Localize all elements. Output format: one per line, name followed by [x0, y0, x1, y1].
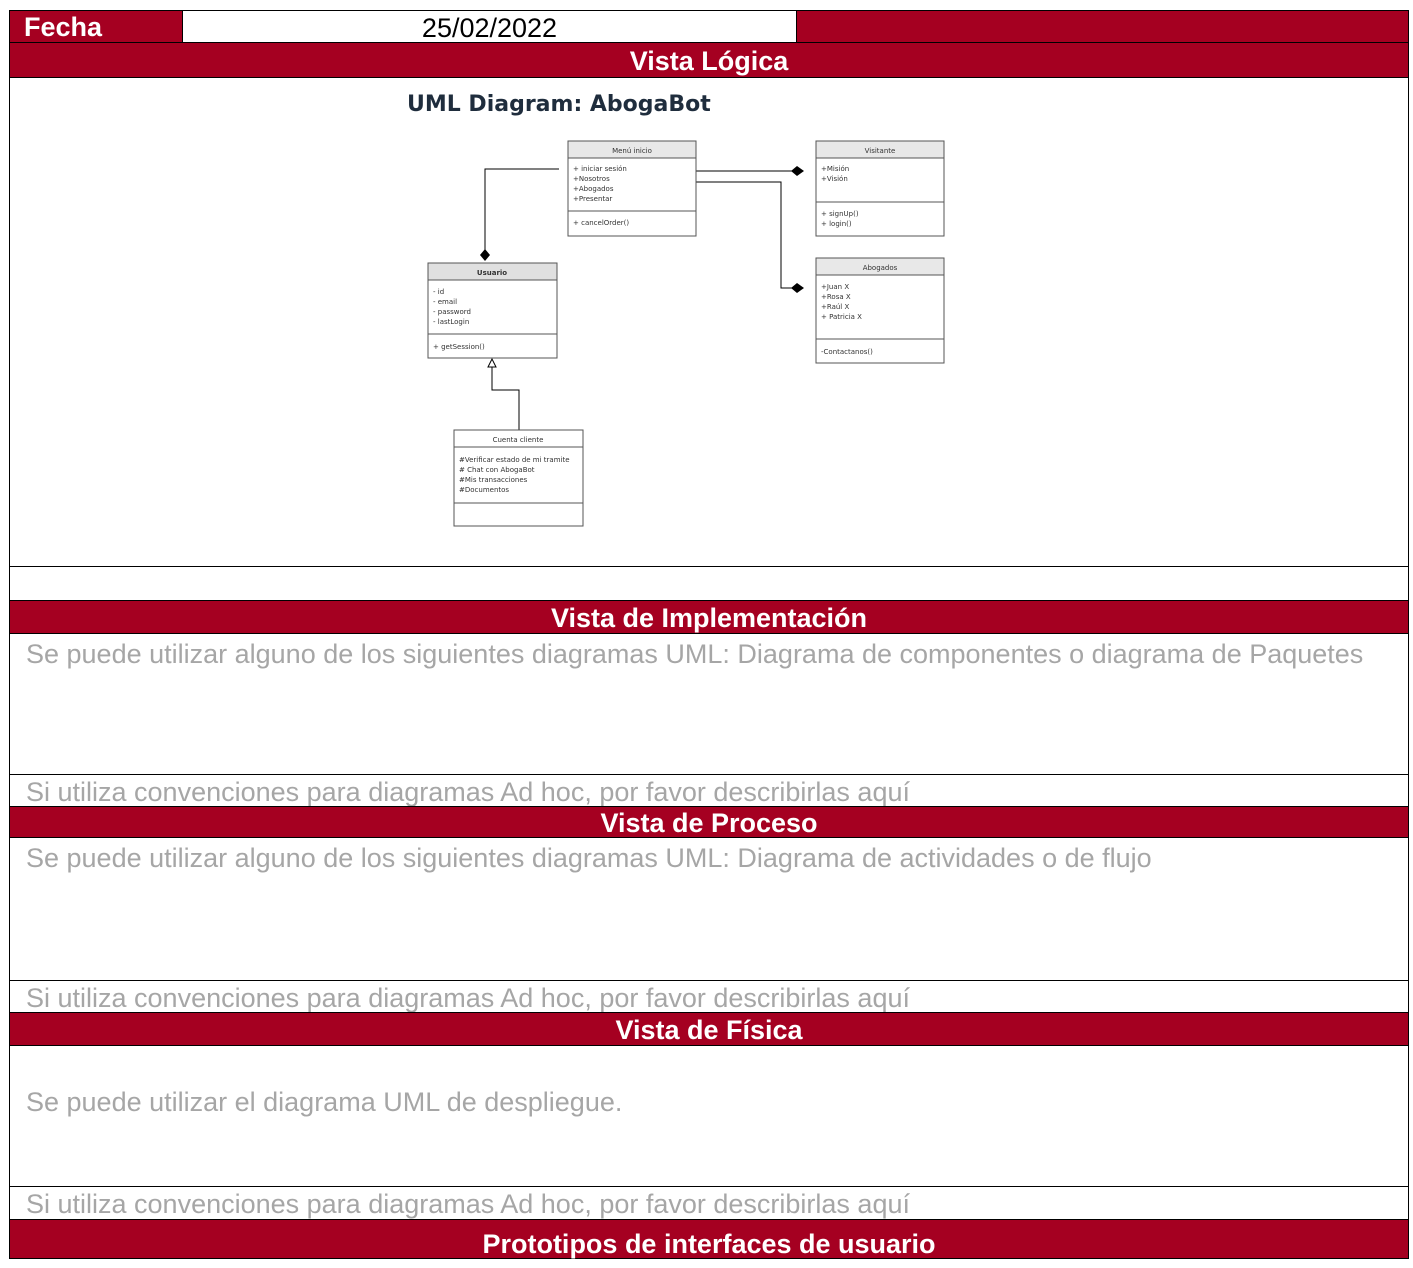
menu-op: + cancelOrder() — [573, 219, 629, 227]
implementacion-adhoc-row[interactable]: Si utiliza convenciones para diagramas A… — [9, 774, 1409, 807]
abogados-composition-diamond — [791, 283, 804, 293]
vista-logica-content: UML Diagram: AbogaBot Menú inicio + inic… — [9, 78, 1409, 566]
usuario-attr: - email — [433, 298, 457, 306]
visitante-composition-diamond — [791, 166, 804, 176]
abogados-attr: +Raúl X — [821, 303, 849, 311]
usuario-composition-diamond — [480, 249, 490, 261]
menu-name: Menú inicio — [612, 147, 652, 155]
proceso-adhoc: Si utiliza convenciones para diagramas A… — [26, 983, 910, 1013]
vista-proceso-header: Vista de Proceso — [9, 806, 1409, 838]
menu-attr: +Abogados — [573, 185, 614, 193]
class-cuenta-cliente: Cuenta cliente #Verificar estado de mi t… — [453, 429, 584, 527]
visitante-attr: +Visión — [821, 175, 848, 183]
implementacion-hint: Se puede utilizar alguno de los siguient… — [26, 639, 1364, 669]
menu-abogados-link — [695, 181, 803, 289]
menu-attr: + iniciar sesión — [573, 165, 627, 173]
proceso-content[interactable]: Se puede utilizar alguno de los siguient… — [9, 838, 1409, 980]
proceso-hint: Se puede utilizar alguno de los siguient… — [26, 843, 1152, 873]
generalization-arrow — [487, 357, 497, 368]
abogados-name: Abogados — [863, 264, 898, 272]
empty-row — [9, 566, 1409, 600]
fisica-hint: Se puede utilizar el diagrama UML de des… — [26, 1087, 623, 1117]
fisica-content[interactable]: Se puede utilizar el diagrama UML de des… — [9, 1046, 1409, 1186]
architecture-document: Fecha 25/02/2022 Vista Lógica UML Diagra… — [9, 10, 1409, 1259]
abogados-attr: +Rosa X — [821, 293, 851, 301]
abogados-op: -Contactanos() — [821, 348, 873, 356]
cuenta-attr: #Verificar estado de mi tramite — [459, 456, 570, 464]
visitante-name: Visitante — [865, 147, 896, 155]
cuenta-attr: # Chat con AbogaBot — [459, 466, 535, 474]
menu-usuario-link — [484, 168, 559, 250]
prototipos-header: Prototipos de interfaces de usuario — [9, 1219, 1409, 1259]
vista-logica-header: Vista Lógica — [9, 42, 1409, 78]
vista-fisica-header: Vista de Física — [9, 1012, 1409, 1046]
proceso-adhoc-row[interactable]: Si utiliza convenciones para diagramas A… — [9, 980, 1409, 1013]
cuenta-usuario-generalization — [491, 365, 520, 430]
usuario-op: + getSession() — [433, 343, 485, 351]
class-abogados: Abogados +Juan X +Rosa X +Raúl X + Patri… — [815, 257, 945, 364]
class-menu-inicio: Menú inicio + iniciar sesión +Nosotros +… — [567, 140, 697, 237]
vista-implementacion-header: Vista de Implementación — [9, 600, 1409, 634]
implementacion-adhoc: Si utiliza convenciones para diagramas A… — [26, 777, 910, 807]
cuenta-name: Cuenta cliente — [493, 436, 544, 444]
usuario-attr: - id — [433, 288, 444, 296]
fecha-value[interactable]: 25/02/2022 — [182, 11, 797, 43]
visitante-op: + login() — [821, 220, 852, 228]
fisica-adhoc: Si utiliza convenciones para diagramas A… — [26, 1189, 910, 1219]
class-usuario: Usuario - id - email - password - lastLo… — [427, 262, 558, 359]
usuario-attr: - password — [433, 308, 471, 316]
menu-attr: +Presentar — [573, 195, 612, 203]
usuario-attr: - lastLogin — [433, 318, 469, 326]
fecha-label: Fecha — [24, 12, 103, 42]
fisica-adhoc-row[interactable]: Si utiliza convenciones para diagramas A… — [9, 1186, 1409, 1219]
uml-class-diagram: Menú inicio + iniciar sesión +Nosotros +… — [427, 140, 945, 527]
cuenta-attr: #Documentos — [459, 486, 509, 494]
fecha-row: Fecha 25/02/2022 — [9, 10, 1409, 43]
abogados-attr: + Patricia X — [821, 313, 862, 321]
visitante-attr: +Misión — [821, 165, 849, 173]
menu-attr: +Nosotros — [573, 175, 610, 183]
cuenta-attr: #Mis transacciones — [459, 476, 528, 484]
abogados-attr: +Juan X — [821, 283, 849, 291]
usuario-name: Usuario — [477, 269, 507, 277]
implementacion-content[interactable]: Se puede utilizar alguno de los siguient… — [9, 634, 1409, 774]
class-visitante: Visitante +Misión +Visión + signUp() + l… — [815, 140, 945, 237]
visitante-op: + signUp() — [821, 210, 859, 218]
